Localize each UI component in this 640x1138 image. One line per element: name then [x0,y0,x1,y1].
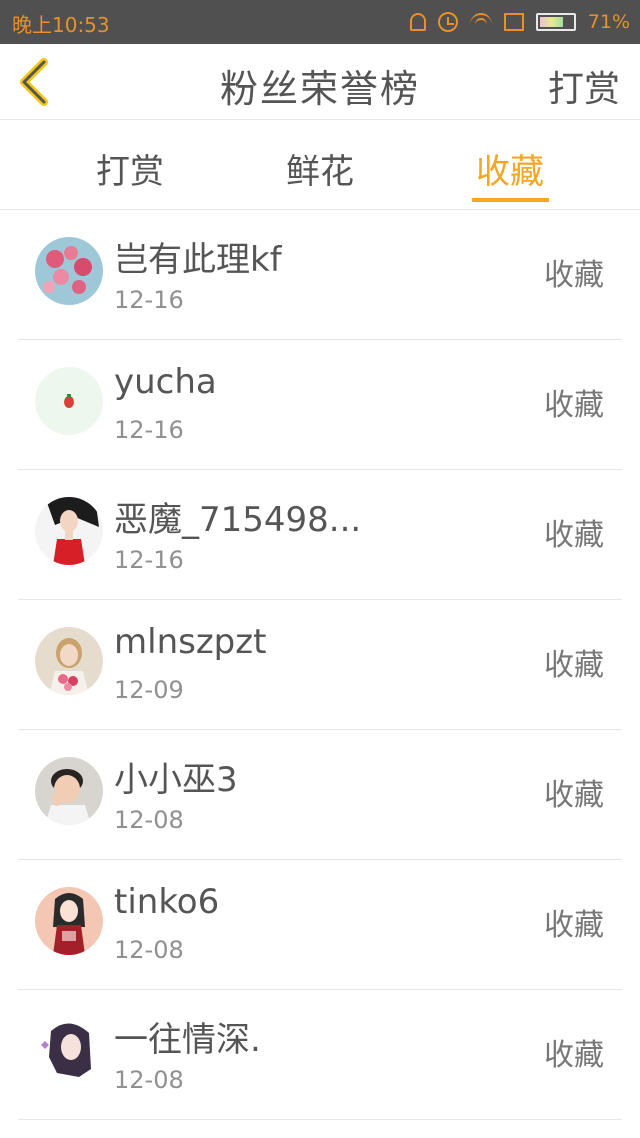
user-name: tinko6 [114,882,220,922]
favorite-label: 收藏 [544,648,604,683]
no-sim-icon [503,13,524,31]
tab-favorites[interactable]: 收藏 [450,144,570,193]
alarm-clock-icon [437,12,458,32]
tab-bar: 打赏 鲜花 收藏 [0,120,640,210]
avatar [35,367,103,435]
user-date: 12-09 [114,676,184,704]
avatar [35,887,103,955]
reward-button[interactable]: 打赏 [548,60,620,112]
list-item[interactable]: yucha 12-16 收藏 [18,340,622,470]
list-item[interactable]: 小小巫3 12-08 收藏 [18,730,622,860]
wifi-icon [469,13,492,31]
avatar [35,1017,103,1085]
status-bar: 晚上10:53 71% [0,0,640,44]
user-name: 岂有此理kf [114,240,282,280]
list-item[interactable]: tinko6 12-08 收藏 [18,860,622,990]
list-item[interactable]: 岂有此理kf 12-16 收藏 [18,210,622,340]
fan-list: 岂有此理kf 12-16 收藏 yucha 12-16 收藏 恶魔_715498… [0,210,640,1120]
user-date: 12-16 [114,546,184,574]
list-item[interactable]: 一往情深. 12-08 收藏 [18,990,622,1120]
battery-fill [539,17,563,27]
avatar [35,627,103,695]
favorite-label: 收藏 [544,778,604,813]
tab-active-indicator [472,198,549,202]
user-name: 小小巫3 [114,760,238,800]
favorite-label: 收藏 [544,518,604,553]
user-date: 12-08 [114,1066,184,1094]
tab-flowers[interactable]: 鲜花 [260,144,380,193]
favorite-label: 收藏 [544,258,604,293]
avatar [35,497,103,565]
bell-icon [409,13,426,31]
avatar [35,237,103,305]
tab-reward[interactable]: 打赏 [70,144,190,193]
status-time: 晚上10:53 [12,13,110,37]
header: 粉丝荣誉榜 打赏 [0,44,640,120]
battery-icon [535,13,576,31]
user-date: 12-16 [114,286,184,314]
list-item[interactable]: mlnszpzt 12-09 收藏 [18,600,622,730]
user-date: 12-08 [114,936,184,964]
page-title: 粉丝荣誉榜 [219,67,420,111]
user-name: 恶魔_715498... [114,500,362,540]
user-name: mlnszpzt [114,622,267,662]
user-name: yucha [114,362,217,402]
avatar [35,757,103,825]
favorite-label: 收藏 [544,1038,604,1073]
user-name: 一往情深. [114,1020,261,1060]
user-date: 12-16 [114,416,184,444]
favorite-label: 收藏 [544,388,604,423]
battery-percent: 71% [587,11,630,33]
list-item[interactable]: 恶魔_715498... 12-16 收藏 [18,470,622,600]
favorite-label: 收藏 [544,908,604,943]
status-icons: 71% [409,8,630,36]
user-date: 12-08 [114,806,184,834]
